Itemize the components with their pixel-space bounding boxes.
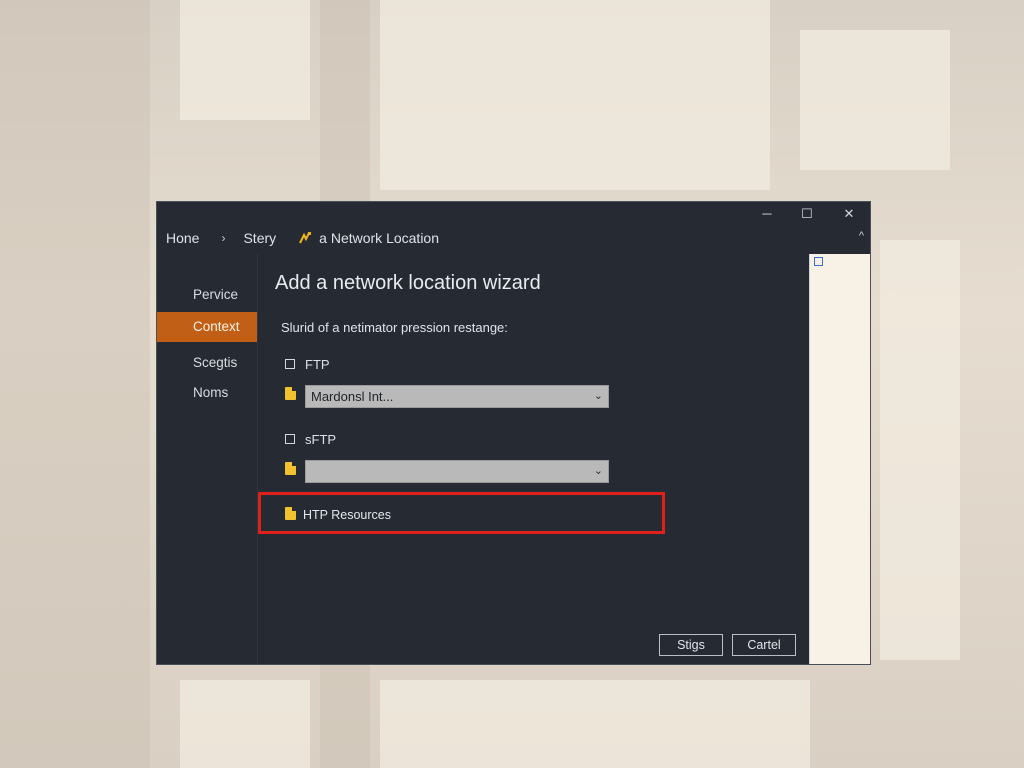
breadcrumb-home[interactable]: Hone: [166, 230, 199, 246]
sidebar-item-context[interactable]: Context: [157, 312, 257, 342]
minimize-button[interactable]: ─: [754, 204, 780, 224]
next-button[interactable]: Stigs: [659, 634, 723, 656]
network-location-icon: [298, 231, 313, 245]
page-title: Add a network location wizard: [275, 272, 541, 294]
sidebar-item-scegtis[interactable]: Scegtis: [157, 348, 257, 378]
http-resources-option[interactable]: HTP Resources: [303, 507, 391, 523]
ftp-location-select[interactable]: Mardonsl Int... ⌄: [305, 385, 609, 408]
file-icon: [285, 507, 296, 520]
breadcrumb-current: a Network Location: [319, 230, 439, 246]
cancel-button[interactable]: Cartel: [732, 634, 796, 656]
title-bar: ─ ☐ ✕ Hone › Stery a Network Location ^: [157, 202, 870, 254]
breadcrumb: Hone › Stery a Network Location: [166, 228, 461, 248]
checkbox-icon[interactable]: [814, 257, 823, 266]
wizard-window: ─ ☐ ✕ Hone › Stery a Network Location ^ …: [156, 201, 871, 665]
file-icon: [285, 462, 296, 475]
chevron-down-icon: ⌄: [593, 465, 603, 477]
ftp-label: FTP: [305, 356, 330, 372]
ftp-checkbox[interactable]: [285, 359, 295, 369]
side-panel: [809, 254, 870, 664]
sidebar: Pervice Context Scegtis Noms: [157, 254, 258, 664]
http-resources-label: HTP Resources: [303, 508, 391, 522]
sidebar-item-pervice[interactable]: Pervice: [157, 280, 257, 310]
chevron-down-icon: ⌄: [593, 390, 603, 402]
sftp-option[interactable]: sFTP: [285, 431, 336, 447]
sftp-label: sFTP: [305, 431, 337, 447]
collapse-icon[interactable]: ^: [859, 230, 864, 242]
breadcrumb-second[interactable]: Stery: [243, 230, 276, 246]
file-icon: [285, 387, 296, 400]
chevron-right-icon: ›: [221, 231, 226, 245]
sftp-checkbox[interactable]: [285, 434, 295, 444]
wizard-content: Add a network location wizard Slurid of …: [258, 254, 810, 664]
wizard-prompt: Slurid of a netimator pression restange:: [281, 320, 508, 335]
sidebar-item-noms[interactable]: Noms: [157, 378, 257, 408]
sftp-location-select[interactable]: ⌄: [305, 460, 609, 483]
ftp-option[interactable]: FTP: [285, 356, 330, 372]
ftp-select-value: Mardonsl Int...: [311, 389, 394, 404]
maximize-button[interactable]: ☐: [794, 204, 820, 224]
close-button[interactable]: ✕: [836, 204, 862, 224]
